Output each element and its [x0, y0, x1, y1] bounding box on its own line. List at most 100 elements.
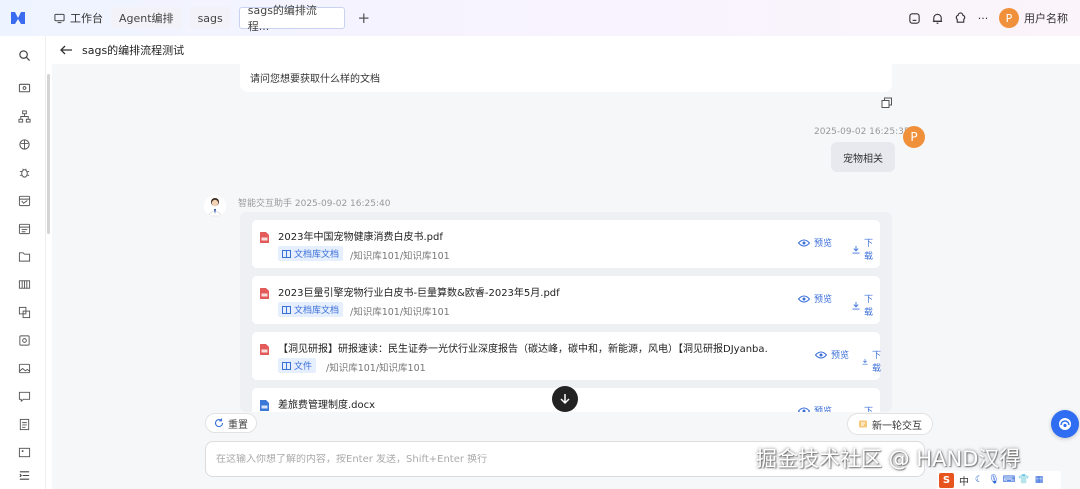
chef-hat-icon[interactable] — [953, 11, 967, 25]
preview-button[interactable]: 预览 — [798, 292, 832, 305]
calendar-check-icon[interactable] — [17, 221, 31, 235]
tab-workbench-label: 工作台 — [70, 12, 103, 25]
database-icon[interactable] — [17, 333, 31, 347]
new-round-label: 新一轮交互 — [872, 420, 922, 432]
menu-collapse-icon[interactable] — [17, 468, 31, 482]
download-label: 下载 — [864, 239, 874, 262]
page-title: sags的编排流程测试 — [82, 44, 185, 57]
pdf-file-icon — [260, 344, 269, 355]
tab-sags[interactable]: sags — [189, 7, 231, 29]
new-round-button[interactable]: 新一轮交互 — [847, 413, 933, 435]
book-icon — [282, 361, 291, 370]
pdf-file-icon — [260, 232, 269, 243]
user-message-avatar: P — [903, 126, 925, 148]
user-message-bubble: 宠物相关 — [831, 142, 895, 172]
book-icon — [282, 305, 291, 314]
layers-icon[interactable] — [17, 305, 31, 319]
chat-area: 请问您想要获取什么样的文档 2025-09-02 16:25:35 P 宠物相关… — [52, 64, 1080, 489]
mic-icon[interactable]: 🎙 — [988, 475, 999, 485]
bot-reply-meta: 智能交互助手 2025-09-02 16:25:40 — [238, 199, 391, 209]
search-icon[interactable] — [17, 48, 31, 62]
document-card[interactable]: 【洞见研报】研报速读：民生证券一光伏行业深度报告（碳达峰，碳中和，新能源，风电）… — [252, 332, 881, 380]
download-label: 下载 — [864, 407, 874, 412]
download-button[interactable]: 下载 — [852, 292, 880, 318]
document-name[interactable]: 【洞见研报】研报速读：民生证券一光伏行业深度报告（碳达峰，碳中和，新能源，风电）… — [278, 340, 768, 355]
add-tab-button[interactable]: + — [353, 7, 375, 29]
tab-workbench[interactable]: 工作台 — [54, 10, 103, 26]
moon-icon[interactable]: ☾ — [974, 475, 984, 485]
bell-icon[interactable] — [930, 11, 944, 25]
image-icon[interactable] — [17, 361, 31, 375]
document-tag: 文档库文档 — [278, 246, 344, 261]
document-card[interactable]: 2023年中国宠物健康消费白皮书.pdf 文档库文档 /知识库101/知识库10… — [252, 220, 880, 268]
user-name[interactable]: 用户名称 — [1024, 10, 1068, 26]
org-chart-icon[interactable] — [17, 109, 31, 123]
download-button[interactable]: 下载 — [852, 404, 880, 412]
picture-icon[interactable] — [17, 445, 31, 459]
screen-icon[interactable] — [17, 81, 31, 95]
table-icon[interactable] — [17, 277, 31, 291]
document-path: /知识库101/知识库101 — [326, 363, 426, 374]
eye-icon — [815, 351, 827, 358]
bot-question-bubble: 请问您想要获取什么样的文档 — [240, 64, 892, 92]
document-name[interactable]: 差旅费管理制度.docx — [278, 396, 375, 411]
new-chat-icon — [859, 420, 867, 428]
tab-sags-flow[interactable]: sags的编排流程... — [238, 4, 345, 33]
app-logo[interactable] — [0, 0, 36, 36]
shirt-icon[interactable]: 👕 — [1018, 475, 1029, 485]
bug-icon[interactable] — [17, 165, 31, 179]
document-tag-label: 文档库文档 — [294, 250, 340, 260]
document-tag: 文件 — [278, 358, 317, 373]
reset-button[interactable]: 重置 — [205, 413, 257, 433]
preview-label: 预览 — [814, 239, 833, 249]
document-path: /知识库101/知识库101 — [350, 251, 450, 262]
download-icon — [852, 245, 860, 253]
calendar-icon[interactable] — [17, 193, 31, 207]
document-card[interactable]: 2023巨量引擎宠物行业白皮书-巨量算数&欧睿-2023年5月.pdf 文档库文… — [252, 276, 880, 324]
top-bar: 工作台 Agent编排 sags sags的编排流程... + ··· P 用户… — [0, 0, 1080, 36]
tab-label: Agent编排 — [119, 12, 174, 25]
document-name[interactable]: 2023巨量引擎宠物行业白皮书-巨量算数&欧睿-2023年5月.pdf — [278, 284, 560, 299]
preview-label: 预览 — [831, 351, 850, 361]
preview-label: 预览 — [814, 295, 833, 305]
message-icon[interactable] — [17, 389, 31, 403]
preview-label: 预览 — [814, 407, 833, 412]
sidebar-scrollbar[interactable] — [47, 74, 50, 234]
download-icon — [862, 358, 868, 364]
more-icon[interactable]: ··· — [976, 11, 990, 25]
document-result-panel: 2023年中国宠物健康消费白皮书.pdf 文档库文档 /知识库101/知识库10… — [240, 212, 892, 412]
document-icon[interactable] — [17, 417, 31, 431]
page-header: sags的编排流程测试 — [58, 40, 184, 60]
back-arrow-icon[interactable] — [58, 42, 74, 58]
download-label: 下载 — [872, 351, 882, 374]
folder-icon[interactable] — [17, 249, 31, 263]
pdf-file-icon — [260, 288, 269, 299]
user-message-time: 2025-09-02 16:25:35 — [814, 127, 910, 137]
watermark: 掘金技术社区 @ HAND汉得 — [756, 447, 1021, 471]
document-name[interactable]: 2023年中国宠物健康消费白皮书.pdf — [278, 228, 443, 243]
document-path: /知识库101/知识库101 — [350, 307, 450, 318]
ime-toolbar[interactable]: S 中 ☾ 🎙 ⌨ 👕 ▦ — [937, 471, 1061, 489]
download-button[interactable]: 下载 — [852, 236, 880, 262]
preview-button[interactable]: 预览 — [815, 348, 849, 361]
download-button[interactable]: 下载 — [862, 348, 884, 374]
copy-icon[interactable] — [881, 97, 893, 109]
arrow-down-icon — [560, 394, 570, 405]
keyboard-icon[interactable]: ⌨ — [1003, 475, 1016, 485]
tab-agent-orchestration[interactable]: Agent编排 — [111, 7, 182, 29]
monitor-icon — [54, 13, 65, 23]
tab-label: sags的编排流程... — [247, 4, 317, 33]
refresh-icon — [214, 418, 224, 428]
user-avatar[interactable]: P — [999, 8, 1019, 28]
grid-icon[interactable]: ▦ — [1034, 475, 1044, 485]
floating-assistant-button[interactable] — [1051, 410, 1079, 438]
left-sidebar — [0, 36, 50, 489]
scroll-to-bottom-button[interactable] — [552, 386, 578, 412]
preview-button[interactable]: 预览 — [798, 404, 832, 412]
brain-icon[interactable] — [17, 137, 31, 151]
home-icon[interactable] — [907, 11, 921, 25]
assistant-avatar-icon — [207, 198, 223, 217]
tab-label: sags — [197, 11, 223, 25]
ime-language[interactable]: 中 — [959, 473, 969, 488]
preview-button[interactable]: 预览 — [798, 236, 832, 249]
